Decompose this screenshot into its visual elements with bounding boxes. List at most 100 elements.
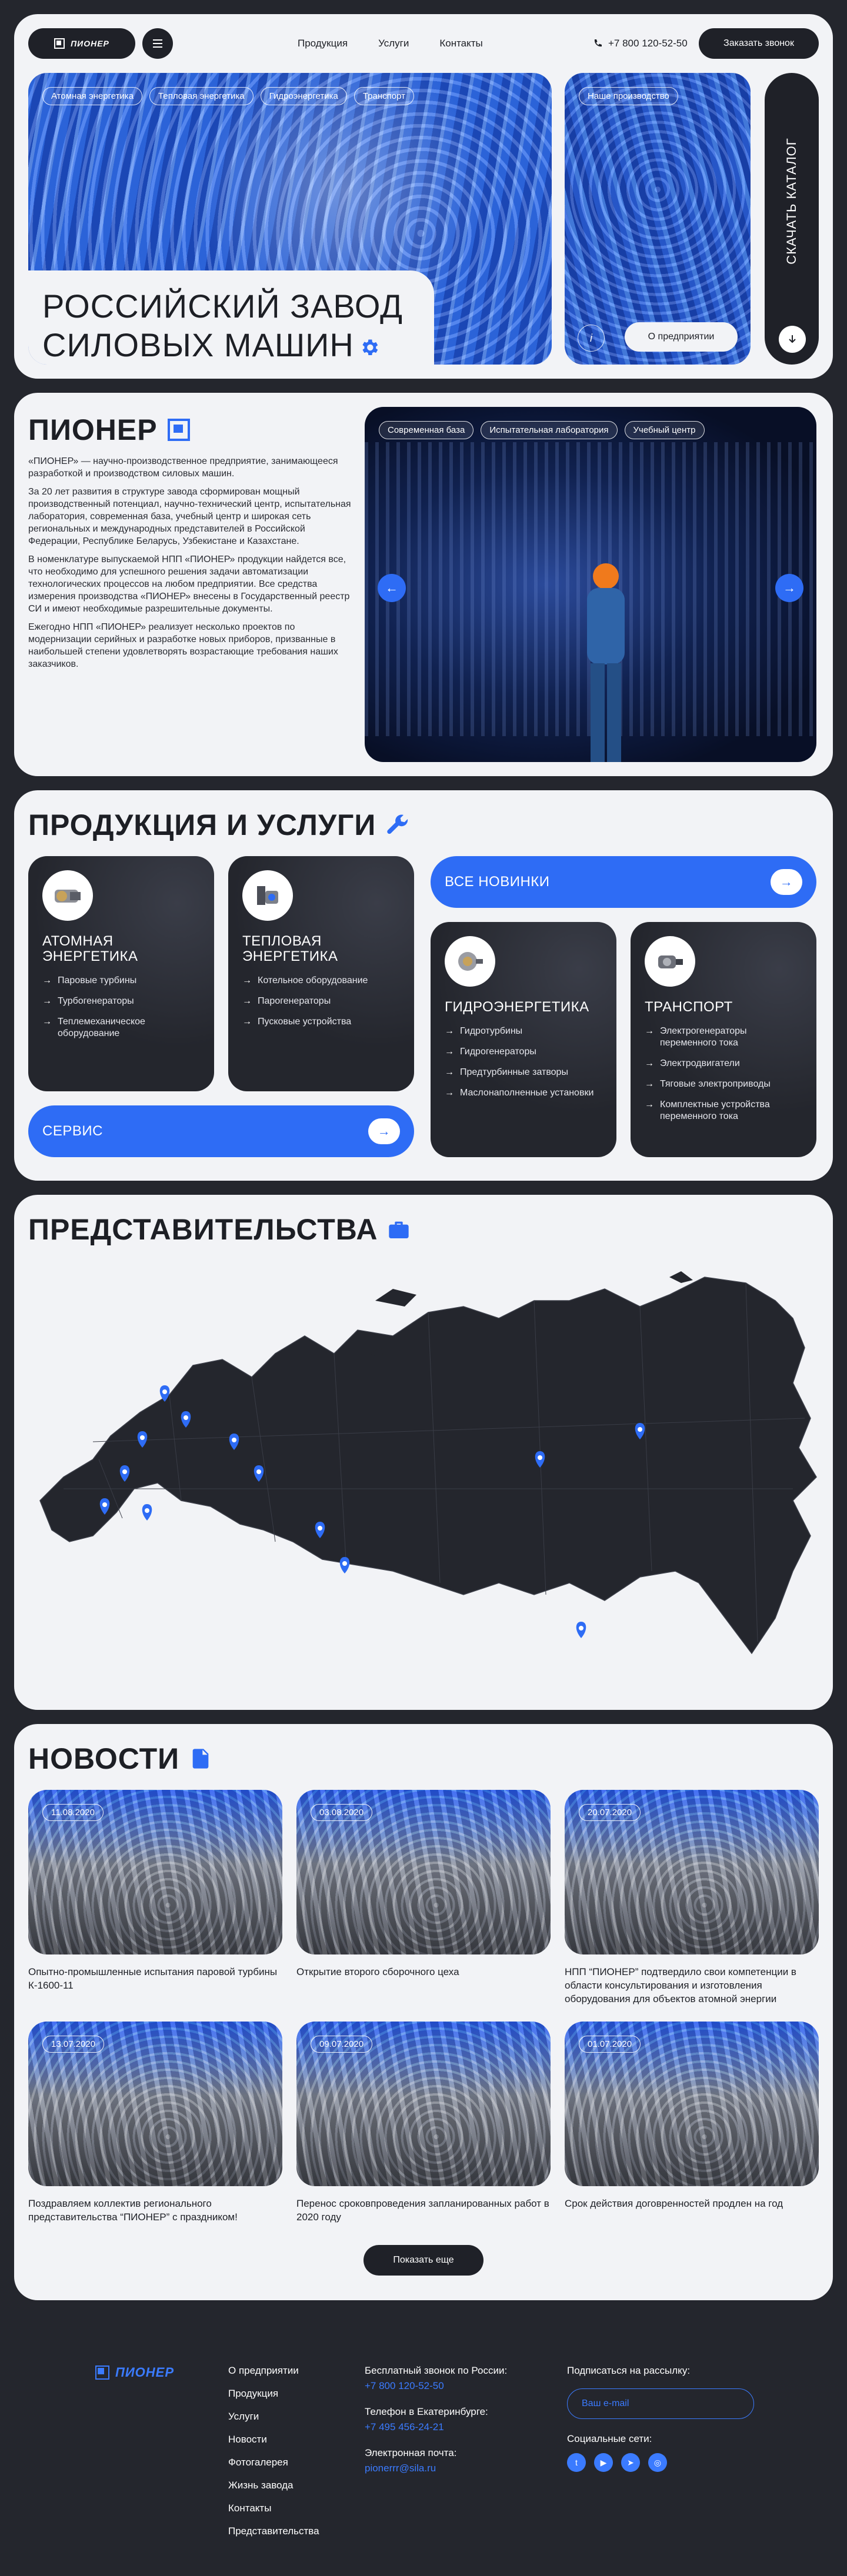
product-link[interactable]: Гидротурбины bbox=[445, 1025, 602, 1037]
product-card-transport[interactable]: ТРАНСПОРТ Электрогенераторы переменного … bbox=[631, 922, 816, 1157]
hydro-equipment-icon bbox=[445, 936, 495, 987]
news-card[interactable]: 11.08.2020 Опытно-промышленные испытания… bbox=[28, 1790, 282, 1992]
order-call-button[interactable]: Заказать звонок bbox=[699, 28, 819, 59]
product-list: Гидротурбины Гидрогенераторы Предтурбинн… bbox=[445, 1025, 602, 1099]
twitter-icon[interactable]: t bbox=[567, 2453, 586, 2472]
news-card[interactable]: 03.08.2020 Открытие второго сборочного ц… bbox=[296, 1790, 551, 1979]
location-pin-dot bbox=[184, 1415, 188, 1420]
tag-hydro[interactable]: Гидроэнергетика bbox=[260, 87, 347, 105]
tag-modern-base[interactable]: Современная база bbox=[379, 421, 474, 439]
tag-production[interactable]: Наше производство bbox=[579, 87, 678, 105]
product-link[interactable]: Тяговые электроприводы bbox=[645, 1078, 802, 1090]
info-icon[interactable]: i bbox=[578, 325, 605, 352]
nav-services[interactable]: Услуги bbox=[378, 38, 409, 49]
news-card[interactable]: 13.07.2020 Поздравляем коллектив региона… bbox=[28, 2022, 282, 2224]
slider-next-button[interactable]: → bbox=[775, 574, 803, 602]
menu-button[interactable] bbox=[142, 28, 173, 59]
footer-link[interactable]: Услуги bbox=[228, 2411, 319, 2423]
subscribe-email-input[interactable]: Ваш e-mail bbox=[567, 2388, 754, 2419]
about-company-button[interactable]: О предприятии bbox=[625, 322, 738, 352]
representations-title: ПРЕДСТАВИТЕЛЬСТВА bbox=[28, 1212, 411, 1247]
product-card-hydro[interactable]: ГИДРОЭНЕРГЕТИКА Гидротурбины Гидрогенера… bbox=[431, 922, 616, 1157]
telegram-icon[interactable]: ➤ bbox=[621, 2453, 640, 2472]
product-link[interactable]: Турбогенераторы bbox=[42, 995, 200, 1007]
tag-training-center[interactable]: Учебный центр bbox=[624, 421, 705, 439]
footer-link[interactable]: Фотогалерея bbox=[228, 2457, 319, 2468]
product-link[interactable]: Парогенераторы bbox=[242, 995, 400, 1007]
news-headline[interactable]: Поздравляем коллектив регионального пред… bbox=[28, 2197, 282, 2224]
logo-icon bbox=[54, 38, 65, 49]
slider-prev-button[interactable]: ← bbox=[378, 574, 406, 602]
nav-contacts[interactable]: Контакты bbox=[439, 38, 482, 49]
products-section: ПРОДУКЦИЯ И УСЛУГИ АТОМНАЯ ЭНЕРГЕТИКА Па… bbox=[14, 790, 833, 1181]
about-photo-slider: Современная база Испытательная лаборатор… bbox=[365, 407, 816, 762]
product-card-title: ГИДРОЭНЕРГЕТИКА bbox=[445, 999, 589, 1015]
show-more-button[interactable]: Показать еще bbox=[364, 2245, 483, 2276]
tag-thermal[interactable]: Тепловая энергетика bbox=[149, 87, 254, 105]
news-headline[interactable]: Перенос сроковпроведения запланированных… bbox=[296, 2197, 551, 2224]
news-headline[interactable]: Открытие второго сборочного цеха bbox=[296, 1965, 551, 1979]
top-bar: ПИОНЕР Продукция Услуги Контакты +7 800 … bbox=[28, 28, 819, 59]
footer-link[interactable]: Жизнь завода bbox=[228, 2480, 319, 2491]
location-pin-dot bbox=[579, 1626, 583, 1631]
footer-logo[interactable]: ПИОНЕР bbox=[95, 2365, 174, 2380]
news-card[interactable]: 01.07.2020 Срок действия договренностей … bbox=[565, 2022, 819, 2210]
news-image: 20.07.2020 bbox=[565, 1790, 819, 1954]
worker-figure bbox=[587, 563, 625, 762]
product-link[interactable]: Электродвигатели bbox=[645, 1058, 802, 1070]
product-link[interactable]: Электрогенераторы переменного тока bbox=[645, 1025, 802, 1049]
location-pin-dot bbox=[122, 1469, 127, 1474]
footer-link[interactable]: Представительства bbox=[228, 2525, 319, 2537]
about-paragraph: Ежегодно НПП «ПИОНЕР» реализует нескольк… bbox=[28, 622, 338, 669]
footer-link[interactable]: Новости bbox=[228, 2434, 319, 2445]
product-link[interactable]: Котельное оборудование bbox=[242, 975, 400, 987]
email-link[interactable]: pionerrr@sila.ru bbox=[365, 2463, 507, 2474]
tag-nuclear[interactable]: Атомная энергетика bbox=[42, 87, 143, 105]
product-link[interactable]: Маслонаполненные установки bbox=[445, 1087, 602, 1099]
news-date: 03.08.2020 bbox=[311, 1804, 373, 1821]
product-link[interactable]: Теплемеханическое оборудование bbox=[42, 1016, 200, 1040]
product-link[interactable]: Паровые турбины bbox=[42, 975, 200, 987]
news-headline[interactable]: Опытно-промышленные испытания паровой ту… bbox=[28, 1965, 282, 1992]
hero-section: ПИОНЕР Продукция Услуги Контакты +7 800 … bbox=[14, 14, 833, 379]
product-link[interactable]: Пусковые устройства bbox=[242, 1016, 400, 1028]
all-new-label: ВСЕ НОВИНКИ bbox=[445, 874, 550, 890]
download-catalog-button[interactable]: СКАЧАТЬ КАТАЛОГ bbox=[765, 73, 819, 365]
footer-link[interactable]: О предприятии bbox=[228, 2365, 319, 2377]
youtube-icon[interactable]: ▶ bbox=[594, 2453, 613, 2472]
header-phone[interactable]: +7 800 120-52-50 bbox=[593, 38, 688, 49]
service-button[interactable]: СЕРВИС → bbox=[28, 1105, 414, 1157]
tag-transport[interactable]: Транспорт bbox=[354, 87, 414, 105]
product-card-nuclear[interactable]: АТОМНАЯ ЭНЕРГЕТИКА Паровые турбины Турбо… bbox=[28, 856, 214, 1091]
news-headline[interactable]: НПП “ПИОНЕР” подтвердило свои компетенци… bbox=[565, 1965, 819, 2006]
all-new-button[interactable]: ВСЕ НОВИНКИ → bbox=[431, 856, 816, 908]
footer-link[interactable]: Контакты bbox=[228, 2503, 319, 2514]
tag-test-lab[interactable]: Испытательная лаборатория bbox=[481, 421, 618, 439]
briefcase-icon bbox=[389, 1221, 409, 1238]
product-link[interactable]: Комплектные устройства переменного тока bbox=[645, 1099, 802, 1122]
nav-products[interactable]: Продукция bbox=[298, 38, 348, 49]
footer-link[interactable]: Продукция bbox=[228, 2388, 319, 2400]
news-image: 09.07.2020 bbox=[296, 2022, 551, 2186]
instagram-icon[interactable]: ◎ bbox=[648, 2453, 667, 2472]
social-label: Социальные сети: bbox=[567, 2433, 652, 2444]
product-card-thermal[interactable]: ТЕПЛОВАЯ ЭНЕРГЕТИКА Котельное оборудован… bbox=[228, 856, 414, 1091]
news-headline[interactable]: Срок действия договренностей продлен на … bbox=[565, 2197, 819, 2210]
hamburger-icon-line bbox=[153, 46, 162, 48]
product-link[interactable]: Предтурбинные затворы bbox=[445, 1067, 602, 1078]
news-date: 13.07.2020 bbox=[42, 2036, 105, 2053]
product-link[interactable]: Гидрогенераторы bbox=[445, 1046, 602, 1058]
wrench-icon bbox=[387, 814, 408, 834]
news-card[interactable]: 09.07.2020 Перенос сроковпроведения запл… bbox=[296, 2022, 551, 2224]
product-list: Котельное оборудование Парогенераторы Пу… bbox=[242, 975, 400, 1028]
news-date: 20.07.2020 bbox=[579, 1804, 641, 1821]
production-card[interactable]: Наше производство i О предприятии bbox=[565, 73, 751, 365]
location-pin-dot bbox=[232, 1438, 236, 1442]
logo-button[interactable]: ПИОНЕР bbox=[28, 28, 135, 59]
free-call-phone[interactable]: +7 800 120-52-50 bbox=[365, 2380, 507, 2392]
ekb-phone[interactable]: +7 495 456-24-21 bbox=[365, 2421, 507, 2433]
free-call-label: Бесплатный звонок по России: bbox=[365, 2365, 508, 2376]
hero-title-box: РОССИЙСКИЙ ЗАВОД СИЛОВЫХ МАШИН bbox=[28, 270, 434, 365]
hero-banner: Атомная энергетика Тепловая энергетика Г… bbox=[28, 73, 552, 365]
news-card[interactable]: 20.07.2020 НПП “ПИОНЕР” подтвердило свои… bbox=[565, 1790, 819, 2006]
